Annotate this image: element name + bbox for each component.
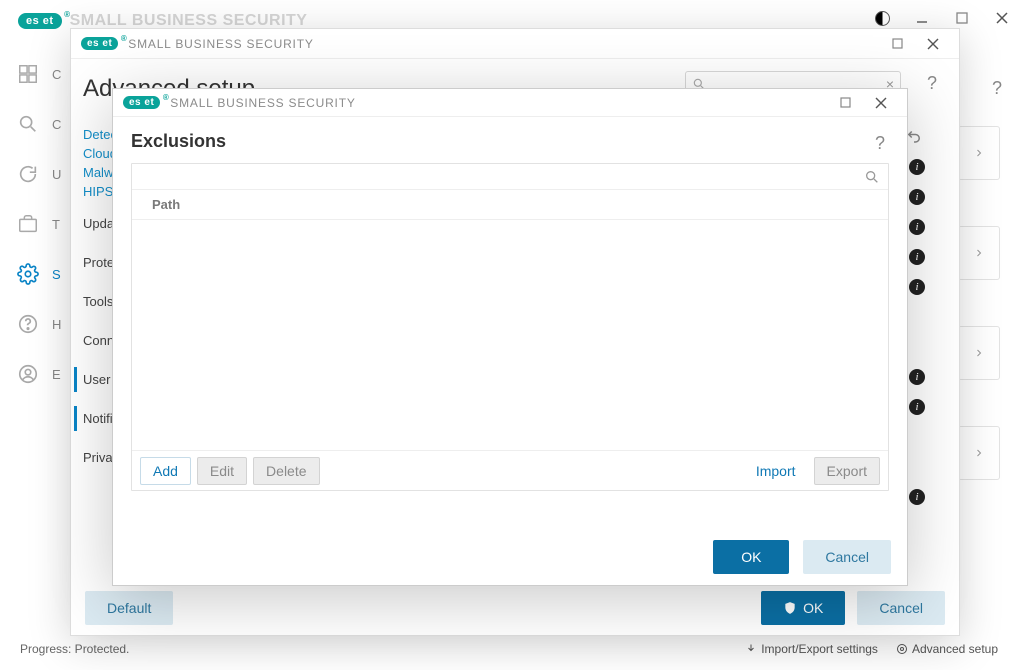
card-chevron[interactable] — [958, 226, 1000, 280]
help-icon[interactable]: ? — [992, 78, 1002, 99]
sidebar-item-tools[interactable]: T — [14, 210, 61, 238]
content-cards — [958, 126, 1000, 480]
main-sidebar: C C U T S H E — [14, 60, 61, 388]
default-button[interactable]: Default — [85, 591, 173, 625]
ok-button[interactable]: OK — [713, 540, 789, 574]
status-text: Progress: Protected. — [20, 642, 129, 656]
sidebar-item-dashboard[interactable]: C — [14, 60, 61, 88]
import-button[interactable]: Import — [744, 457, 808, 485]
exclusions-heading: Exclusions — [113, 117, 907, 156]
sidebar-item-update[interactable]: U — [14, 160, 61, 188]
cancel-button[interactable]: Cancel — [857, 591, 945, 625]
briefcase-icon — [14, 210, 42, 238]
search-icon — [14, 110, 42, 138]
exclusions-titlebar: es et SMALL BUSINESS SECURITY — [113, 89, 907, 117]
status-footer-left: Progress: Protected. — [20, 642, 129, 656]
eset-logo: es et — [81, 37, 118, 50]
maximize-button[interactable] — [881, 32, 913, 56]
info-icon[interactable]: i — [909, 219, 925, 235]
add-button[interactable]: Add — [140, 457, 191, 485]
card-chevron[interactable] — [958, 126, 1000, 180]
close-button[interactable] — [986, 6, 1018, 30]
info-icon[interactable]: i — [909, 189, 925, 205]
delete-button: Delete — [253, 457, 319, 485]
info-icon[interactable]: i — [909, 249, 925, 265]
gear-icon — [14, 260, 42, 288]
exclusions-body: Path Add Edit Delete Import Export — [131, 163, 889, 491]
info-icon[interactable]: i — [909, 159, 925, 175]
exclusions-columns: Path — [132, 190, 888, 220]
edit-button: Edit — [197, 457, 247, 485]
contrast-icon[interactable] — [866, 6, 898, 30]
sidebar-item-help[interactable]: H — [14, 310, 61, 338]
help-circle-icon — [14, 310, 42, 338]
close-button[interactable] — [917, 32, 949, 56]
column-path: Path — [152, 197, 180, 212]
minimize-button[interactable] — [906, 6, 938, 30]
advanced-setup-titlebar: es et SMALL BUSINESS SECURITY — [71, 29, 959, 59]
eset-logo: es et — [123, 96, 160, 109]
refresh-icon — [14, 160, 42, 188]
exclusions-footer: OK Cancel — [113, 529, 907, 585]
advanced-setup-link[interactable]: Advanced setup — [896, 642, 998, 656]
card-chevron[interactable] — [958, 326, 1000, 380]
exclusions-dialog: es et SMALL BUSINESS SECURITY Exclusions… — [112, 88, 908, 586]
eset-logo: es et — [18, 13, 62, 29]
help-icon[interactable]: ? — [927, 73, 937, 94]
maximize-button[interactable] — [946, 6, 978, 30]
info-icon[interactable]: i — [909, 279, 925, 295]
close-button[interactable] — [865, 91, 897, 115]
info-badge-column: i i i i i i i i — [909, 159, 925, 519]
sidebar-item-search[interactable]: C — [14, 110, 61, 138]
advanced-setup-footer: Default OK Cancel — [71, 581, 959, 635]
export-button: Export — [814, 457, 880, 485]
card-chevron[interactable] — [958, 426, 1000, 480]
info-icon[interactable]: i — [909, 399, 925, 415]
product-name: SMALL BUSINESS SECURITY — [128, 37, 313, 51]
cancel-button[interactable]: Cancel — [803, 540, 891, 574]
product-name: SMALL BUSINESS SECURITY — [170, 96, 355, 110]
dashboard-icon — [14, 60, 42, 88]
exclusions-toolbar: Add Edit Delete Import Export — [132, 450, 888, 490]
exclusions-search[interactable] — [132, 164, 888, 190]
user-icon — [14, 360, 42, 388]
sidebar-item-account[interactable]: E — [14, 360, 61, 388]
ok-button[interactable]: OK — [761, 591, 845, 625]
exclusions-list[interactable] — [132, 220, 888, 450]
sidebar-item-setup[interactable]: S — [14, 260, 61, 288]
maximize-button[interactable] — [829, 91, 861, 115]
search-icon — [864, 169, 880, 185]
info-icon[interactable]: i — [909, 489, 925, 505]
help-icon[interactable]: ? — [875, 133, 885, 154]
info-icon[interactable]: i — [909, 369, 925, 385]
import-export-link[interactable]: Import/Export settings — [745, 642, 878, 656]
